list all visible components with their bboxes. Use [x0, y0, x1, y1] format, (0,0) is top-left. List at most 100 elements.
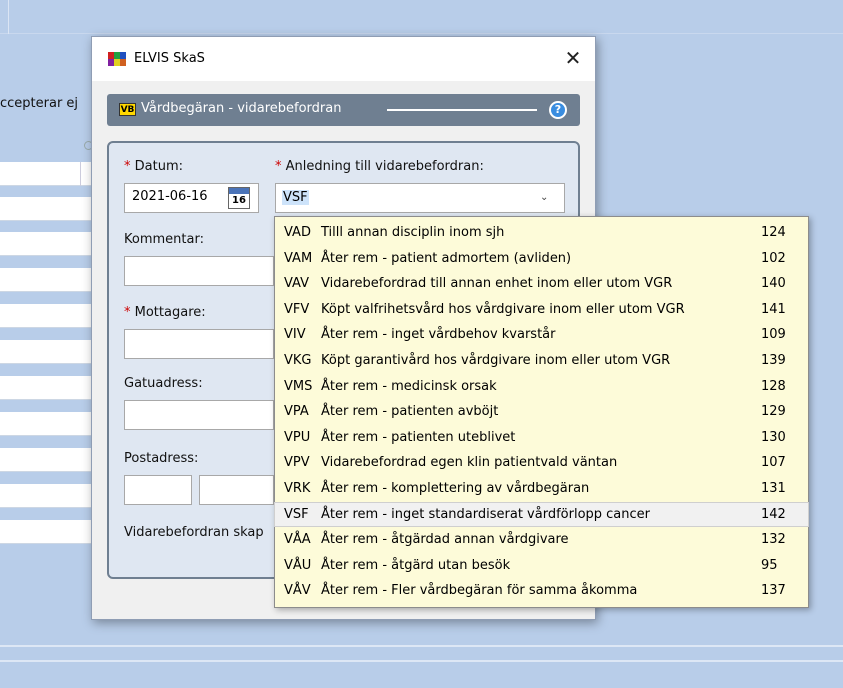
anledning-select[interactable]: VSF ⌄: [275, 183, 565, 213]
background-row[interactable]: [0, 376, 100, 400]
option-number: 109: [761, 327, 786, 343]
option-number: 131: [761, 481, 786, 496]
background-row[interactable]: [0, 268, 100, 292]
option-description: Åter rem - medicinsk orsak: [321, 378, 497, 394]
option-description: Åter rem - patienten uteblivet: [321, 429, 516, 445]
anledning-dropdown-list: VAD Tilll annan disciplin inom sjh 124 VAM Å…: [274, 216, 809, 608]
option-description: Åter rem - åtgärdad annan vårdgivare: [321, 532, 569, 548]
app-logo-icon: [108, 52, 126, 66]
option-description: Åter rem - åtgärd utan besök: [321, 557, 511, 573]
vidarebefordran-label: Vidarebefordran skap: [124, 525, 264, 540]
background-row[interactable]: [0, 448, 100, 472]
option-description: Vidarebefordrad egen klin patientvald vä…: [321, 455, 618, 471]
dropdown-option[interactable]: VSF Åter rem - inget standardiserat vårdf…: [274, 501, 809, 527]
option-number: 102: [761, 250, 786, 266]
option-code: VÅV: [284, 583, 311, 599]
option-number: 128: [761, 378, 786, 394]
option-code: VÅU: [284, 557, 312, 573]
chevron-down-icon[interactable]: ⌄: [540, 192, 548, 203]
dropdown-option[interactable]: VIV Åter rem - inget vårdbehov kvarstår 10…: [275, 323, 808, 346]
dropdown-option[interactable]: VAD Tilll annan disciplin inom sjh 124: [275, 221, 808, 244]
background-row[interactable]: [0, 197, 100, 221]
background-row[interactable]: [0, 304, 100, 328]
background-row[interactable]: [0, 484, 100, 508]
help-icon[interactable]: ?: [549, 101, 567, 119]
option-number: 140: [761, 276, 786, 292]
mottagare-field[interactable]: [124, 329, 274, 359]
dropdown-option[interactable]: VKG Köpt garantivård hos vårdgivare inom …: [275, 349, 808, 372]
background-toolbar: [0, 0, 843, 34]
background-partial-text: ccepterar ej: [0, 96, 79, 111]
anledning-label: * Anledning till vidarebefordran:: [275, 159, 484, 174]
calendar-icon[interactable]: 16: [228, 187, 250, 209]
option-code: VÅA: [284, 532, 311, 548]
section-header: VB Vårdbegäran - vidarebefordran ?: [107, 94, 580, 126]
option-number: 141: [761, 301, 786, 317]
postort-field[interactable]: [199, 475, 274, 505]
option-description: Åter rem - inget standardiserat vårdförl…: [321, 506, 651, 522]
option-number: 137: [761, 583, 786, 599]
option-description: Köpt garantivård hos vårdgivare inom ell…: [321, 353, 671, 368]
dropdown-option[interactable]: VRK Åter rem - komplettering av vårdbegär…: [275, 477, 808, 500]
dropdown-option[interactable]: VMS Åter rem - medicinsk orsak 128: [275, 375, 808, 398]
dropdown-option[interactable]: VPV Vidarebefordrad egen klin patientvald…: [275, 451, 808, 474]
background-row[interactable]: [0, 162, 100, 186]
option-code: VAV: [284, 276, 310, 292]
option-code: VMS: [284, 378, 313, 394]
dropdown-option[interactable]: VÅU Åter rem - åtgärd utan besök 95: [275, 554, 808, 577]
dropdown-option[interactable]: VPU Åter rem - patienten uteblivet 130: [275, 426, 808, 449]
option-number: 132: [761, 532, 786, 548]
option-code: VAD: [284, 225, 311, 240]
option-description: Åter rem - patienten avböjt: [321, 404, 499, 420]
option-number: 142: [761, 506, 786, 522]
option-description: Åter rem - inget vårdbehov kvarstår: [321, 327, 556, 343]
option-number: 95: [761, 557, 778, 573]
option-description: Åter rem - komplettering av vårdbegäran: [321, 481, 590, 496]
background-row[interactable]: [0, 232, 100, 256]
dialog-titlebar: ELVIS SkaS ✕: [92, 37, 595, 81]
option-code: VPU: [284, 429, 311, 445]
background-divider: [0, 645, 843, 647]
option-code: VAM: [284, 250, 313, 266]
close-button[interactable]: ✕: [560, 46, 586, 70]
kommentar-field[interactable]: [124, 256, 274, 286]
dropdown-option[interactable]: VÅA Åter rem - åtgärdad annan vårdgivare 1…: [275, 528, 808, 551]
header-divider: [387, 109, 537, 111]
gatuadress-label: Gatuadress:: [124, 376, 203, 391]
option-description: Tilll annan disciplin inom sjh: [321, 225, 505, 240]
background-row[interactable]: [0, 520, 100, 544]
dropdown-option[interactable]: VAM Åter rem - patient admortem (avliden)…: [275, 247, 808, 270]
option-number: 139: [761, 353, 786, 368]
option-number: 107: [761, 455, 786, 471]
background-row[interactable]: [0, 340, 100, 364]
vb-badge-icon: VB: [119, 103, 136, 116]
option-code: VRK: [284, 481, 311, 496]
dropdown-option[interactable]: VPA Åter rem - patienten avböjt 129: [275, 400, 808, 423]
option-description: Vidarebefordrad till annan enhet inom el…: [321, 276, 673, 292]
mottagare-label: * Mottagare:: [124, 305, 206, 320]
option-number: 124: [761, 225, 786, 240]
gatuadress-field[interactable]: [124, 400, 274, 430]
background-row[interactable]: [0, 412, 100, 436]
postadress-label: Postadress:: [124, 451, 199, 466]
datum-field[interactable]: 2021-06-16 16: [124, 183, 259, 213]
option-code: VFV: [284, 301, 310, 317]
dropdown-option[interactable]: VÅV Åter rem - Fler vårdbegäran för samma…: [275, 579, 808, 602]
option-code: VPV: [284, 455, 310, 471]
option-code: VKG: [284, 353, 312, 368]
anledning-value: VSF: [282, 190, 309, 205]
dropdown-option[interactable]: VAV Vidarebefordrad till annan enhet inom…: [275, 272, 808, 295]
datum-value: 2021-06-16: [132, 189, 208, 204]
option-description: Åter rem - patient admortem (avliden): [321, 250, 572, 266]
datum-label: * Datum:: [124, 159, 183, 174]
section-title: Vårdbegäran - vidarebefordran: [141, 101, 342, 116]
option-description: Köpt valfrihetsvård hos vårdgivare inom …: [321, 301, 685, 317]
background-divider: [8, 0, 9, 34]
option-code: VIV: [284, 327, 306, 343]
dialog-title: ELVIS SkaS: [134, 51, 205, 66]
option-code: VSF: [284, 506, 309, 522]
option-code: VPA: [284, 404, 309, 420]
option-number: 130: [761, 429, 786, 445]
dropdown-option[interactable]: VFV Köpt valfrihetsvård hos vårdgivare in…: [275, 298, 808, 321]
postnummer-field[interactable]: [124, 475, 192, 505]
